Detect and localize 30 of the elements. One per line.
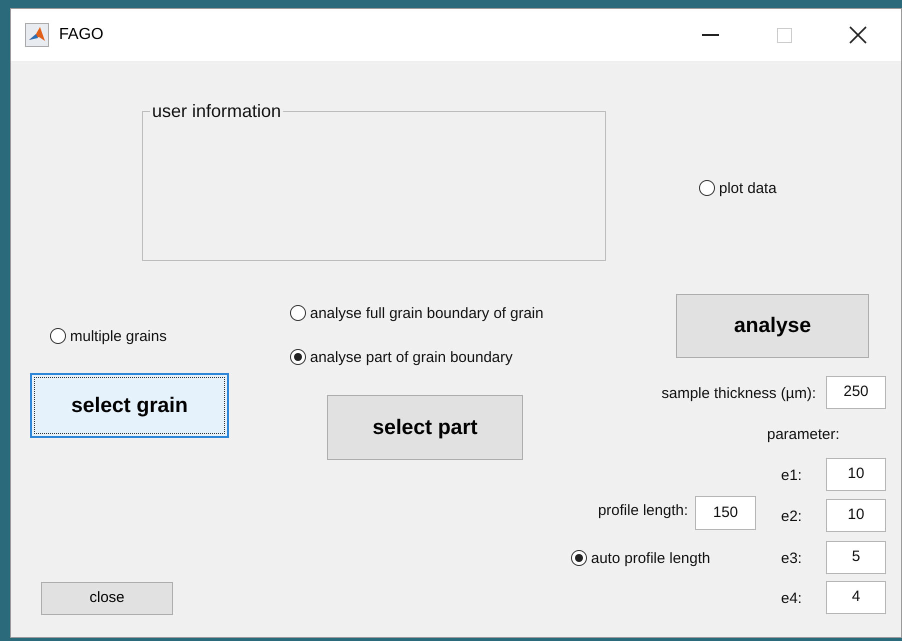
input-field[interactable]: 150 <box>695 496 756 530</box>
input-field[interactable]: 5 <box>826 541 886 574</box>
group-box-title: user information <box>150 102 284 120</box>
field-label: e1: <box>781 468 802 483</box>
app-icon <box>25 23 49 47</box>
radio-button[interactable] <box>290 349 306 365</box>
radio-label[interactable]: auto profile length <box>591 550 710 566</box>
close-button[interactable]: close <box>41 582 173 615</box>
input-field[interactable]: 10 <box>826 499 886 532</box>
radio-button[interactable] <box>699 180 715 196</box>
radio-label[interactable]: plot data <box>719 180 777 196</box>
field-label: sample thickness (µm): <box>660 386 816 401</box>
field-label: e4: <box>781 591 802 606</box>
radio-button[interactable] <box>50 328 66 344</box>
section-label: parameter: <box>767 427 840 442</box>
radio-label[interactable]: multiple grains <box>70 328 167 344</box>
field-label: profile length: <box>596 503 688 518</box>
field-label: e2: <box>781 509 802 524</box>
radio-button[interactable] <box>571 550 587 566</box>
radio-label[interactable]: analyse part of grain boundary <box>310 350 513 364</box>
analyse-button[interactable]: analyse <box>676 294 869 358</box>
input-field[interactable]: 250 <box>826 376 886 409</box>
input-field[interactable]: 4 <box>826 581 886 614</box>
select-grain-button[interactable]: select grain <box>30 373 229 438</box>
radio-button[interactable] <box>290 305 306 321</box>
field-label: e3: <box>781 551 802 566</box>
window-title: FAGO <box>59 25 104 45</box>
input-field[interactable]: 10 <box>826 458 886 491</box>
radio-label[interactable]: analyse full grain boundary of grain <box>310 306 544 320</box>
select-part-button[interactable]: select part <box>327 395 523 460</box>
